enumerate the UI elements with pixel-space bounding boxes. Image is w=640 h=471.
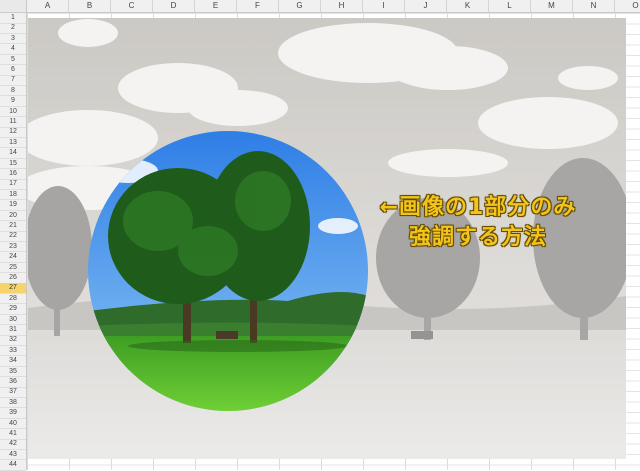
- column-header-D[interactable]: D: [153, 0, 195, 12]
- column-header-F[interactable]: F: [237, 0, 279, 12]
- row-header-35[interactable]: 35: [0, 367, 26, 378]
- column-header-bar: ABCDEFGHIJKLMNO: [0, 0, 640, 13]
- caption-text-box[interactable]: ←画像の1部分のみ 強調する方法: [328, 193, 626, 253]
- row-header-32[interactable]: 32: [0, 335, 26, 346]
- column-header-N[interactable]: N: [573, 0, 615, 12]
- row-header-36[interactable]: 36: [0, 377, 26, 388]
- row-header-11[interactable]: 11: [0, 117, 26, 128]
- row-header-22[interactable]: 22: [0, 231, 26, 242]
- row-header-27[interactable]: 27: [0, 283, 26, 294]
- column-header-O[interactable]: O: [615, 0, 640, 12]
- column-header-J[interactable]: J: [405, 0, 447, 12]
- row-header-15[interactable]: 15: [0, 159, 26, 170]
- column-header-H[interactable]: H: [321, 0, 363, 12]
- row-header-43[interactable]: 43: [0, 450, 26, 461]
- row-header-40[interactable]: 40: [0, 419, 26, 430]
- row-header-4[interactable]: 4: [0, 44, 26, 55]
- row-header-10[interactable]: 10: [0, 107, 26, 118]
- row-header-41[interactable]: 41: [0, 429, 26, 440]
- row-header-24[interactable]: 24: [0, 252, 26, 263]
- row-header-7[interactable]: 7: [0, 75, 26, 86]
- row-header-16[interactable]: 16: [0, 169, 26, 180]
- row-header-33[interactable]: 33: [0, 346, 26, 357]
- column-header-A[interactable]: A: [27, 0, 69, 12]
- row-header-28[interactable]: 28: [0, 294, 26, 305]
- row-header-9[interactable]: 9: [0, 96, 26, 107]
- row-header-39[interactable]: 39: [0, 408, 26, 419]
- column-header-L[interactable]: L: [489, 0, 531, 12]
- row-header-20[interactable]: 20: [0, 211, 26, 222]
- row-header-12[interactable]: 12: [0, 127, 26, 138]
- row-header-26[interactable]: 26: [0, 273, 26, 284]
- column-header-E[interactable]: E: [195, 0, 237, 12]
- row-header-18[interactable]: 18: [0, 190, 26, 201]
- row-header-30[interactable]: 30: [0, 315, 26, 326]
- row-header-17[interactable]: 17: [0, 179, 26, 190]
- row-header-2[interactable]: 2: [0, 23, 26, 34]
- row-header-19[interactable]: 19: [0, 200, 26, 211]
- row-header-37[interactable]: 37: [0, 387, 26, 398]
- caption-line-2: 強調する方法: [408, 225, 547, 250]
- row-header-13[interactable]: 13: [0, 138, 26, 149]
- row-header-25[interactable]: 25: [0, 263, 26, 274]
- column-header-B[interactable]: B: [69, 0, 111, 12]
- row-header-bar: 1 2 3 4 5 6 7 8 9 10 11 12 13 14 15 16 17 18 19 20 21 22 23 24 2…: [0, 13, 27, 471]
- color-photo-crop: [88, 131, 368, 411]
- column-header-K[interactable]: K: [447, 0, 489, 12]
- row-header-29[interactable]: 29: [0, 304, 26, 315]
- column-header-I[interactable]: I: [363, 0, 405, 12]
- row-header-38[interactable]: 38: [0, 398, 26, 409]
- column-header-M[interactable]: M: [531, 0, 573, 12]
- row-header-44[interactable]: 44: [0, 460, 26, 471]
- inserted-picture[interactable]: ←画像の1部分のみ 強調する方法: [28, 18, 626, 459]
- row-header-14[interactable]: 14: [0, 148, 26, 159]
- column-header-C[interactable]: C: [111, 0, 153, 12]
- row-header-3[interactable]: 3: [0, 34, 26, 45]
- row-header-6[interactable]: 6: [0, 65, 26, 76]
- column-header-G[interactable]: G: [279, 0, 321, 12]
- row-header-42[interactable]: 42: [0, 439, 26, 450]
- row-header-31[interactable]: 31: [0, 325, 26, 336]
- row-header-8[interactable]: 8: [0, 86, 26, 97]
- row-header-5[interactable]: 5: [0, 55, 26, 66]
- row-header-34[interactable]: 34: [0, 356, 26, 367]
- row-header-21[interactable]: 21: [0, 221, 26, 232]
- row-header-23[interactable]: 23: [0, 242, 26, 253]
- row-header-1[interactable]: 1: [0, 13, 26, 24]
- caption-line-1: ←画像の1部分のみ: [379, 195, 577, 220]
- color-highlight-circle: [88, 131, 368, 411]
- select-all-corner[interactable]: [0, 0, 27, 12]
